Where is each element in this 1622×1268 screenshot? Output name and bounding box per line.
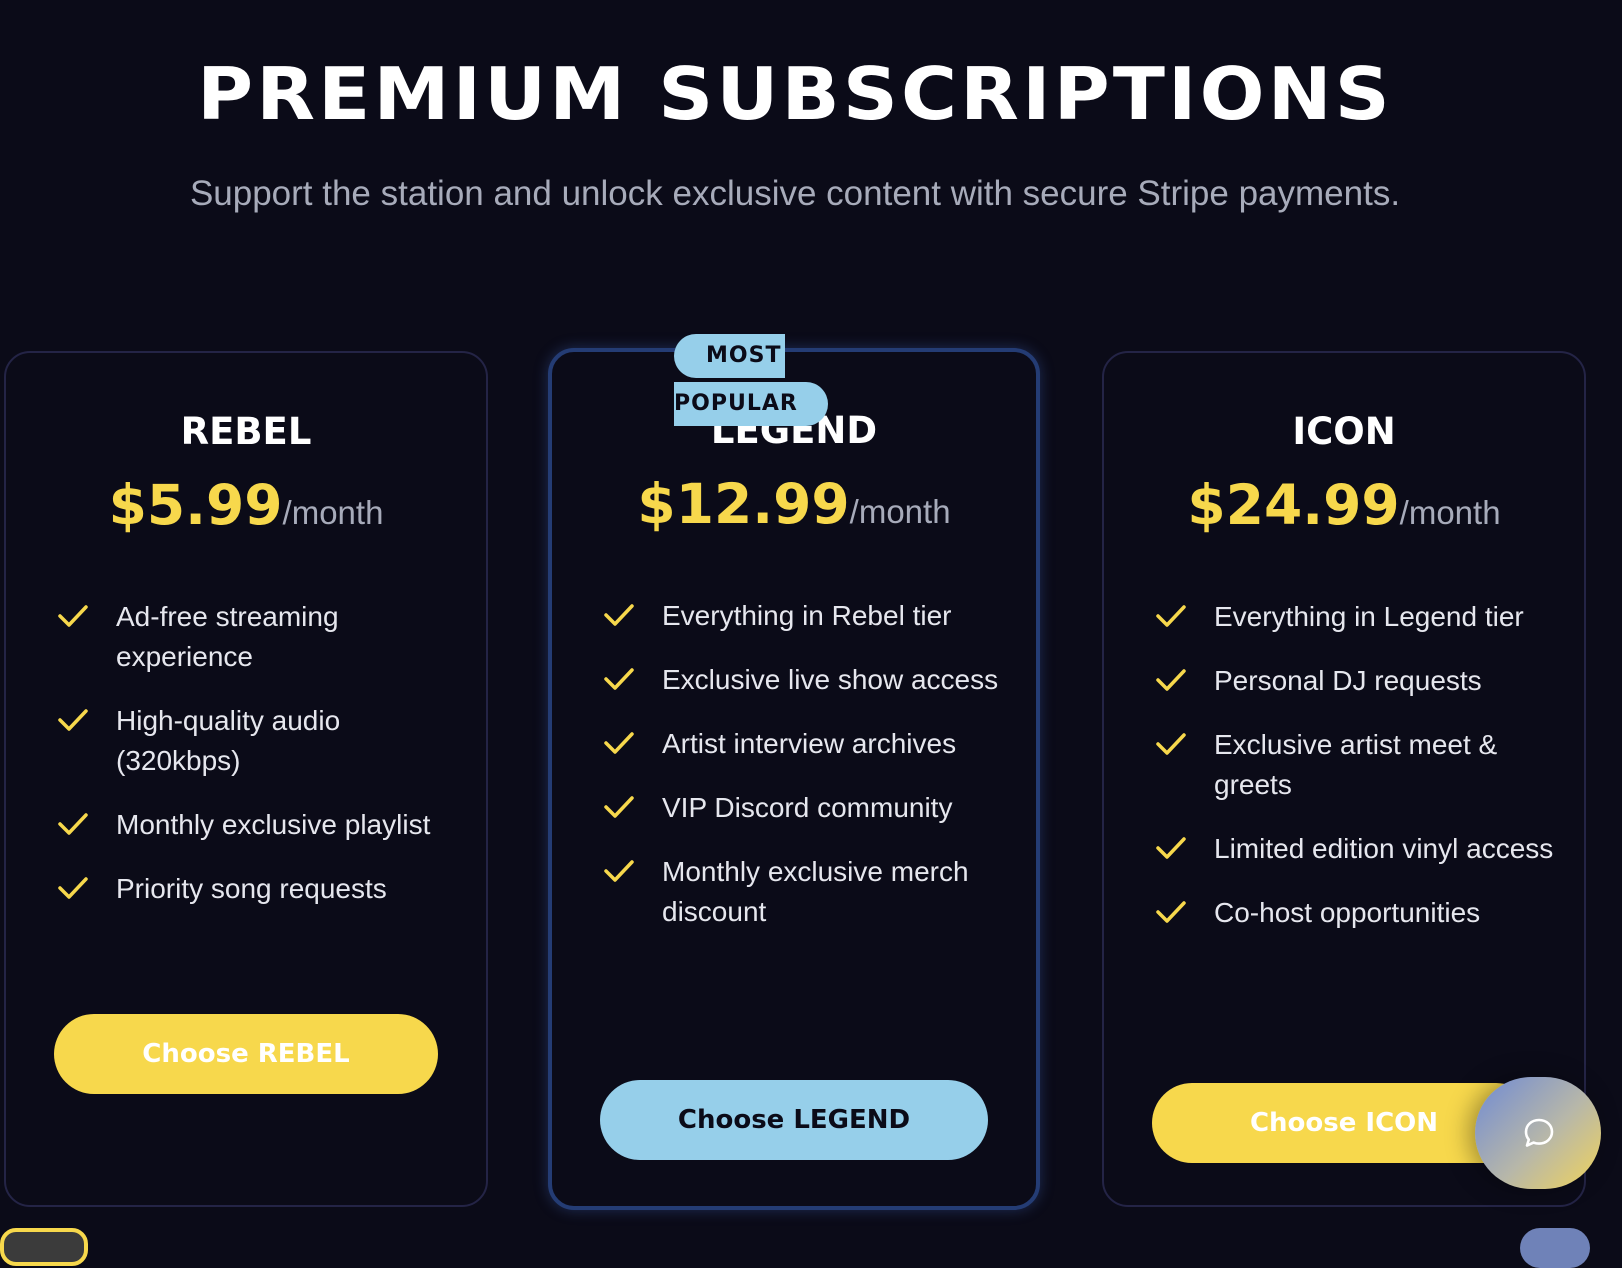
feature-text: VIP Discord community [662,792,953,823]
price-amount: $12.99 [637,472,850,536]
badge-line-most: MOST [674,334,786,378]
feature-list: Ad-free streaming experience High-qualit… [56,597,466,933]
check-icon [58,709,88,731]
feature-item: Everything in Rebel tier [602,596,1016,636]
feature-text: High-quality audio (320kbps) [116,705,341,776]
check-icon [58,877,88,899]
plan-name: REBEL [180,410,312,453]
check-icon [604,796,634,818]
feature-text: Everything in Rebel tier [662,600,952,631]
check-icon [1156,901,1186,923]
most-popular-badge: MOST POPULAR [674,334,828,426]
feature-text: Personal DJ requests [1214,665,1482,696]
chat-bubble-icon [1524,1118,1554,1147]
check-icon [58,605,88,627]
page-subtitle: Support the station and unlock exclusive… [189,174,1401,213]
choose-legend-button[interactable]: Choose LEGEND [600,1080,988,1160]
check-icon [1156,669,1186,691]
feature-text: Everything in Legend tier [1214,601,1524,632]
feature-text: Co-host opportunities [1214,897,1481,928]
chat-button[interactable] [1475,1077,1601,1189]
feature-text: Ad-free streaming experience [116,601,339,672]
price-amount: $24.99 [1187,473,1400,537]
feature-text: Exclusive live show access [662,664,999,695]
price-period: /month [1399,494,1501,531]
price-period: /month [849,493,951,530]
feature-item: Monthly exclusive playlist [56,805,466,845]
plan-price: $5.99/month [6,473,486,537]
check-icon [1156,837,1186,859]
feature-text: Exclusive artist meet & greets [1214,729,1498,800]
check-icon [604,860,634,882]
feature-item: High-quality audio (320kbps) [56,701,466,781]
price-amount: $5.99 [108,473,283,537]
feature-text: Priority song requests [116,873,387,904]
check-icon [604,668,634,690]
check-icon [58,813,88,835]
bottom-right-widget [1520,1228,1590,1268]
feature-text: Artist interview archives [662,728,957,759]
feature-item: Ad-free streaming experience [56,597,466,677]
plan-price: $24.99/month [1104,473,1584,537]
check-icon [604,732,634,754]
bottom-left-widget [0,1228,88,1266]
price-period: /month [282,494,384,531]
page-title: PREMIUM SUBSCRIPTIONS [197,52,1393,136]
badge-line-popular: POPULAR [674,382,828,426]
feature-list: Everything in Legend tier Personal DJ re… [1154,597,1564,957]
feature-item: VIP Discord community [602,788,1016,828]
feature-text: Limited edition vinyl access [1214,833,1554,864]
feature-item: Co-host opportunities [1154,893,1564,933]
feature-item: Exclusive artist meet & greets [1154,725,1564,805]
plan-price: $12.99/month [552,472,1036,536]
feature-item: Priority song requests [56,869,466,909]
choose-rebel-button[interactable]: Choose REBEL [54,1014,438,1094]
plan-name: ICON [1292,410,1396,453]
check-icon [1156,605,1186,627]
feature-text: Monthly exclusive playlist [116,809,431,840]
feature-item: Monthly exclusive merch discount [602,852,1016,932]
feature-list: Everything in Rebel tier Exclusive live … [602,596,1016,956]
feature-item: Personal DJ requests [1154,661,1564,701]
feature-text: Monthly exclusive merch discount [662,856,969,927]
check-icon [1156,733,1186,755]
feature-item: Exclusive live show access [602,660,1016,700]
feature-item: Artist interview archives [602,724,1016,764]
plan-card-rebel: REBEL $5.99/month Ad-free streaming expe… [4,351,488,1207]
plan-card-legend: LEGEND $12.99/month Everything in Rebel … [548,348,1040,1210]
check-icon [604,604,634,626]
feature-item: Limited edition vinyl access [1154,829,1564,869]
feature-item: Everything in Legend tier [1154,597,1564,637]
